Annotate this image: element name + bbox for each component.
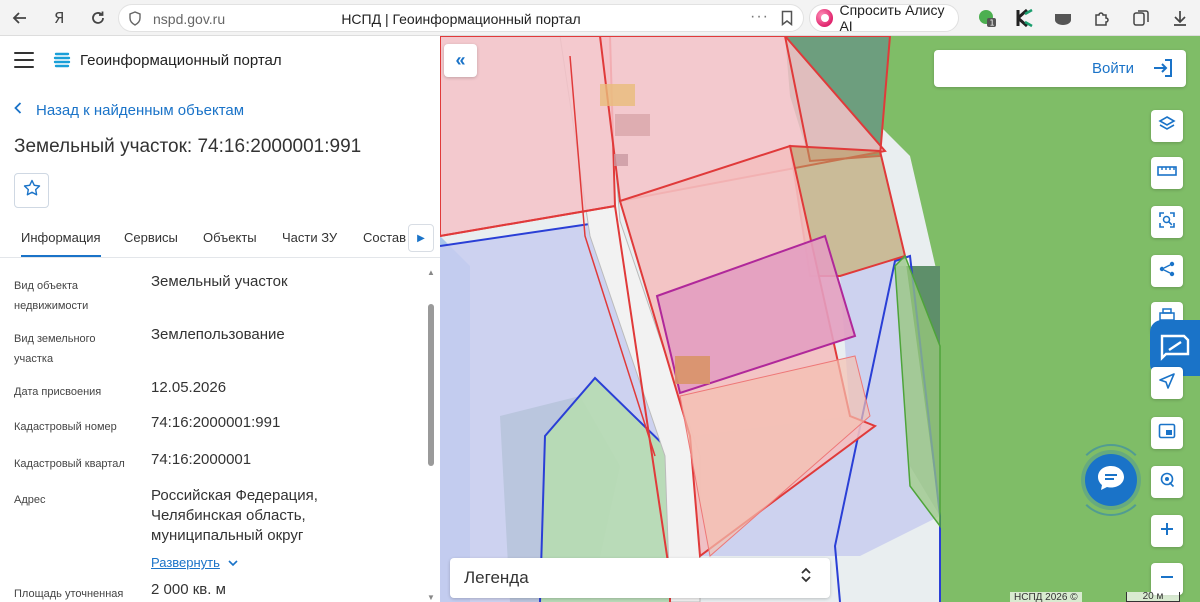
app-title: Геоинформационный портал [80, 52, 282, 69]
info-value: 12.05.2026 [151, 379, 227, 396]
scale-bar: 20 м [1126, 592, 1180, 602]
more-dots-icon[interactable]: ··· [750, 8, 769, 26]
location-search-icon [1158, 471, 1176, 494]
bookmark-icon[interactable] [781, 10, 793, 31]
zoom-in-button[interactable] [1151, 515, 1183, 547]
extension-shield-icon[interactable]: 1 [975, 6, 999, 30]
building [675, 356, 710, 384]
frame-icon [1158, 423, 1176, 444]
chat-bubble-icon [1096, 464, 1126, 497]
tab-parts[interactable]: Части ЗУ [282, 230, 337, 245]
extension-k-icon[interactable] [1013, 6, 1037, 30]
ruler-icon [1157, 164, 1177, 182]
share-icon [1158, 260, 1176, 283]
address-bar[interactable]: nspd.gov.ru НСПД | Геоинформационный пор… [118, 4, 804, 32]
tab-bar: Информация Сервисы Объекты Части ЗУ Сост… [0, 222, 440, 258]
url-text: nspd.gov.ru [153, 11, 226, 27]
info-label: Вид объекта недвижимости [14, 280, 89, 312]
info-value: Российская Федерация, Челябинская област… [151, 487, 318, 544]
info-label: Вид земельного участка [14, 333, 96, 365]
navigate-button[interactable] [1151, 367, 1183, 399]
info-value: 74:16:2000001:991 [151, 414, 281, 431]
scroll-thumb[interactable] [428, 304, 434, 466]
share-button[interactable] [1151, 255, 1183, 287]
expand-label: Развернуть [151, 555, 220, 570]
back-arrow-icon[interactable] [8, 6, 32, 30]
back-link-label: Назад к найденным объектам [36, 101, 245, 119]
object-info-panel: Геоинформационный портал Назад к найденн… [0, 36, 440, 602]
reload-icon[interactable] [86, 6, 110, 30]
map-view[interactable]: « Войти Легенда НСПД 2026 © 20 м [440, 36, 1200, 602]
collections-icon[interactable] [1129, 6, 1153, 30]
tabs-next-button[interactable]: ▶ [408, 224, 434, 252]
star-icon [23, 179, 41, 202]
extensions-puzzle-icon[interactable] [1090, 6, 1114, 30]
layers-icon [1158, 115, 1176, 138]
building [614, 154, 628, 166]
scroll-up-arrow-icon[interactable]: ▲ [427, 268, 435, 277]
object-title: Земельный участок: 74:16:2000001:991 [14, 136, 362, 157]
alice-label: Спросить Алису AI [839, 2, 945, 34]
ruler-button[interactable] [1151, 157, 1183, 189]
map-attribution: НСПД 2026 © [1010, 592, 1082, 602]
tab-composition[interactable]: Состав [363, 230, 406, 245]
location-search-button[interactable] [1151, 466, 1183, 498]
nspd-logo-icon [52, 50, 72, 75]
zoom-out-icon [1159, 569, 1175, 590]
zoom-in-icon [1159, 521, 1175, 542]
svg-text:Я: Я [54, 9, 64, 27]
back-to-results-link[interactable]: Назад к найденным объектам [14, 100, 244, 120]
select-area-icon [1158, 211, 1176, 234]
info-label: Площадь уточненная [14, 588, 124, 600]
chat-button[interactable] [1085, 454, 1137, 506]
svg-text:1: 1 [990, 19, 995, 28]
info-value: 2 000 кв. м [151, 581, 226, 598]
navigate-icon [1158, 372, 1176, 395]
expand-collapse-icon [800, 566, 812, 587]
scrollbar[interactable]: ▲ ▼ [426, 268, 436, 602]
hamburger-menu-icon[interactable] [14, 52, 34, 68]
info-label: Кадастровый квартал [14, 458, 125, 470]
map-canvas[interactable] [440, 36, 1200, 602]
scroll-down-arrow-icon[interactable]: ▼ [427, 593, 435, 602]
yandex-icon[interactable]: Я [48, 6, 72, 30]
layers-button[interactable] [1151, 110, 1183, 142]
login-icon [1152, 58, 1174, 83]
shield-icon [128, 11, 142, 31]
building [615, 114, 650, 136]
info-value: Земельный участок [151, 273, 288, 290]
collapse-panel-button[interactable]: « [444, 44, 477, 77]
favorite-button[interactable] [14, 173, 49, 208]
alice-icon [816, 9, 834, 27]
download-icon[interactable] [1168, 6, 1192, 30]
chevron-down-icon [228, 556, 238, 570]
chevron-left-icon [14, 101, 22, 119]
building [600, 84, 635, 106]
expand-address-link[interactable]: Развернуть [151, 555, 238, 570]
extension-hat-icon[interactable] [1051, 6, 1075, 30]
alice-button[interactable]: Спросить Алису AI [809, 2, 959, 34]
browser-toolbar: Я nspd.gov.ru НСПД | Геоинформационный п… [0, 0, 1200, 36]
legend-toggle[interactable]: Легенда [450, 558, 830, 598]
info-label: Адрес [14, 494, 46, 506]
frame-button[interactable] [1151, 417, 1183, 449]
tab-information[interactable]: Информация [21, 230, 101, 257]
tab-objects[interactable]: Объекты [203, 230, 257, 245]
info-value: 74:16:2000001 [151, 451, 252, 468]
login-button[interactable]: Войти [934, 50, 1186, 87]
double-chevron-left-icon: « [455, 50, 466, 70]
info-label: Дата присвоения [14, 386, 102, 398]
legend-label: Легенда [464, 568, 529, 587]
info-label: Кадастровый номер [14, 421, 117, 433]
app-header: Геоинформационный портал [0, 36, 440, 86]
tab-services[interactable]: Сервисы [124, 230, 178, 245]
info-value: Землепользование [151, 326, 285, 343]
assistant-chat-icon [1157, 328, 1193, 369]
triangle-right-icon: ▶ [417, 232, 425, 244]
login-label: Войти [1092, 60, 1134, 77]
select-area-button[interactable] [1151, 206, 1183, 238]
